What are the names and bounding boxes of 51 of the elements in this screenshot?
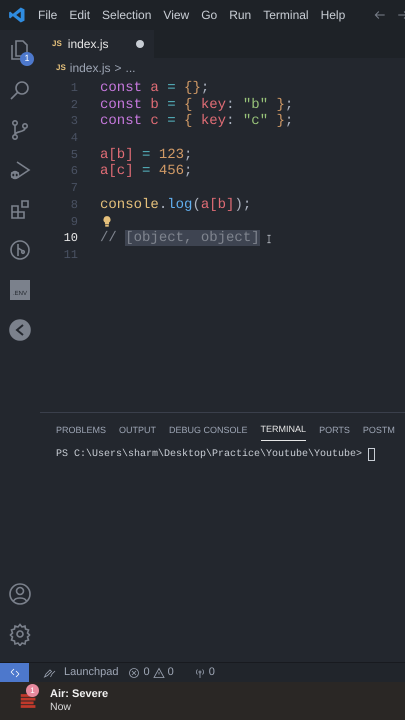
notification-badge: 1 xyxy=(26,684,39,697)
app-logo-icon xyxy=(8,6,26,24)
broadcast-icon xyxy=(194,666,206,678)
panel-tab[interactable]: PROBLEMS xyxy=(56,421,106,440)
menu-item[interactable]: File xyxy=(32,6,64,24)
line-number: 10 xyxy=(62,230,78,247)
account-icon xyxy=(8,582,32,606)
git-graph-icon xyxy=(8,238,32,262)
js-file-icon: JS xyxy=(56,62,66,74)
problems-item[interactable]: 0 0 xyxy=(128,664,174,681)
error-icon xyxy=(128,666,140,678)
files-button[interactable]: 1 xyxy=(0,30,40,70)
breadcrumb-separator: > xyxy=(114,60,122,77)
ports-item[interactable]: 0 xyxy=(194,664,215,681)
notification-title: Air: Severe xyxy=(50,688,108,702)
breadcrumb-item[interactable]: index.js xyxy=(70,59,110,77)
code-line: const a = {}; xyxy=(100,80,210,97)
unsaved-dot xyxy=(136,40,144,48)
remote-icon xyxy=(8,666,20,678)
remote-button[interactable] xyxy=(0,662,29,682)
panel-tab[interactable]: OUTPUT xyxy=(119,421,156,440)
code-line: a[c] = 456; xyxy=(100,163,192,180)
notification-time: Now xyxy=(50,701,72,714)
menu-item[interactable]: Help xyxy=(314,6,352,24)
terminal-prompt: PS C:\Users\sharm\Desktop\Practice\Youtube\Youtube> xyxy=(56,448,362,462)
menu-item[interactable]: Selection xyxy=(96,6,158,24)
menu-item[interactable]: View xyxy=(157,6,196,24)
js-file-icon: JS xyxy=(52,38,62,50)
warning-icon xyxy=(152,666,165,678)
panel-tab[interactable]: DEBUG CONSOLE xyxy=(169,421,248,440)
tab-label: index.js xyxy=(68,36,108,53)
editor-tab[interactable]: JS index.js xyxy=(40,30,154,58)
terminal-cursor xyxy=(368,448,376,460)
breadcrumb-item[interactable]: ... xyxy=(126,59,136,77)
panel-tab[interactable]: PORTS xyxy=(319,421,350,440)
panel-tab[interactable]: TERMINAL xyxy=(260,421,306,440)
menu-item[interactable]: Run xyxy=(223,6,258,24)
code-line: const c = { key: "c" }; xyxy=(100,113,294,130)
menu-item[interactable]: Edit xyxy=(63,6,96,24)
code-line: // [object, object] xyxy=(100,230,260,247)
code-line: const b = { key: "b" }; xyxy=(100,96,294,114)
panel-tab[interactable]: POSTM xyxy=(362,421,395,440)
menu-item[interactable]: Terminal xyxy=(257,6,315,24)
code-line: a[b] = 123; xyxy=(100,146,192,164)
search-icon xyxy=(8,78,32,102)
menu-item[interactable]: Go xyxy=(195,6,224,24)
launchpad-item[interactable]: Launchpad xyxy=(39,664,118,681)
extensions-icon xyxy=(8,198,32,222)
code-line: console.log(a[b]); xyxy=(100,196,252,214)
notification-badge: 1 xyxy=(20,52,34,66)
settings-icon xyxy=(8,622,32,646)
